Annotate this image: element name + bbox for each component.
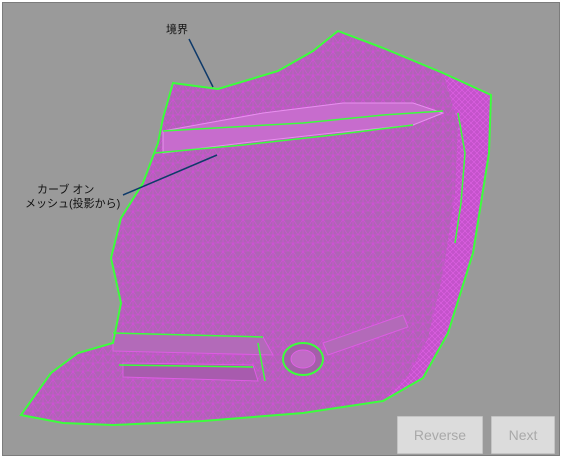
- reverse-button[interactable]: Reverse: [397, 416, 483, 454]
- boundary-leader-line: [188, 38, 214, 88]
- 3d-viewport[interactable]: 境界 カーブ オン メッシュ(投影から) Reverse Next: [2, 2, 560, 456]
- boundary-label: 境界: [166, 24, 188, 36]
- bumper-mesh-model: [19, 29, 493, 427]
- curve-on-mesh-label-line2: メッシュ(投影から): [25, 198, 121, 210]
- next-button[interactable]: Next: [491, 416, 555, 454]
- curve-on-mesh-label-line1: カーブ オン: [37, 184, 95, 196]
